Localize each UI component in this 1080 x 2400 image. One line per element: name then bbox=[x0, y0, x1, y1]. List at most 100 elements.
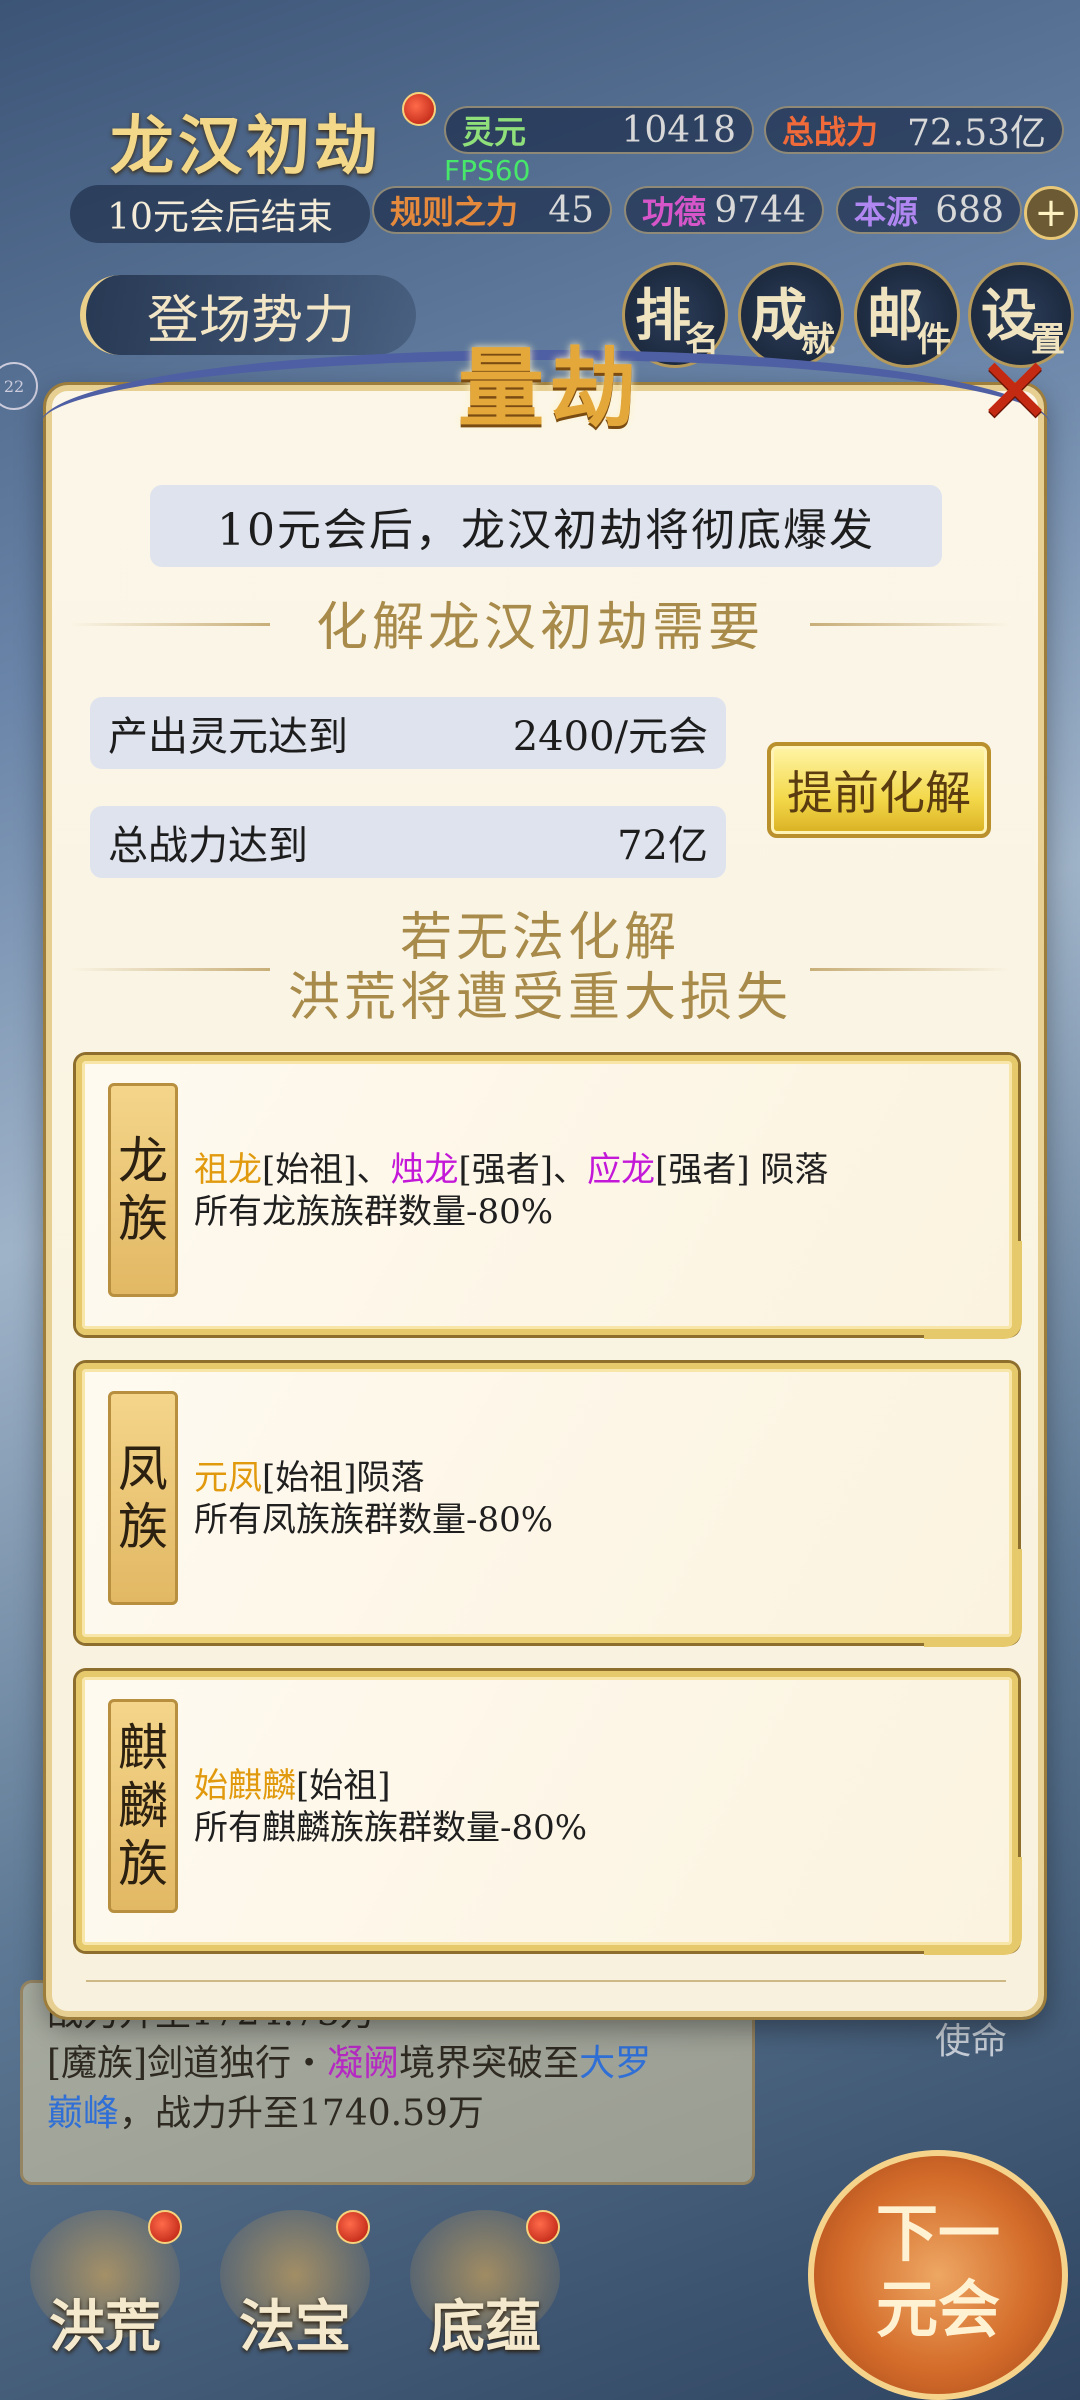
origin-label: 本源 bbox=[854, 193, 919, 231]
clan-tag-char: 族 bbox=[118, 1190, 168, 1248]
failure-heading-line: 若无法化解 bbox=[399, 908, 680, 968]
rule-value: 45 bbox=[548, 189, 594, 231]
lingyuan-label: 灵元 bbox=[462, 113, 527, 151]
clan-card-qilin: 麒 麟 族 始麒麟[始祖] 所有麒麟族族群数量-80% bbox=[76, 1671, 1022, 1955]
clan-tag-char: 龙 bbox=[118, 1132, 168, 1190]
fabao-label: 法宝 bbox=[239, 2294, 351, 2360]
log-text: [魔族]剑道独行・ bbox=[47, 2043, 328, 2084]
lingyuan-value: 10418 bbox=[621, 109, 736, 151]
requirement-heading: 化解龙汉初劫需要 bbox=[70, 585, 1010, 660]
merit-label: 功德 bbox=[642, 193, 707, 231]
rule-label: 规则之力 bbox=[390, 193, 519, 231]
clan-tag: 龙 族 bbox=[108, 1083, 178, 1297]
card-corner-ornament bbox=[924, 1549, 1022, 1647]
origin-value: 688 bbox=[935, 189, 1004, 231]
requirement-value: 72亿 bbox=[617, 823, 708, 869]
plus-icon[interactable]: + bbox=[1024, 186, 1078, 240]
clan-population-loss: 所有龙族族群数量-80% bbox=[194, 1192, 554, 1232]
next-era-label-2: 元会 bbox=[875, 2273, 1000, 2346]
log-text: 境界突破至 bbox=[399, 2043, 580, 2084]
clan-text-fragment: [始祖] bbox=[296, 1766, 391, 1806]
clan-tag-char: 族 bbox=[118, 1835, 168, 1893]
clan-hero-name: 始麒麟 bbox=[194, 1766, 296, 1806]
log-realm: 大罗 bbox=[579, 2043, 652, 2084]
dialog-bottom-divider bbox=[86, 1980, 1006, 1982]
side-toggle-icon[interactable]: 22 bbox=[0, 362, 38, 410]
lingyuan-resource[interactable]: 灵元 10418 bbox=[444, 106, 754, 154]
notification-dot-icon bbox=[336, 2210, 370, 2244]
power-label: 总战力 bbox=[782, 113, 879, 151]
clan-hero-name: 应龙 bbox=[587, 1150, 656, 1190]
divider bbox=[70, 622, 270, 626]
clan-card-dragon: 龙 族 祖龙[始祖]、烛龙[强者]、应龙[强者] 陨落 所有龙族族群数量-80% bbox=[76, 1055, 1022, 1339]
requirement-label: 产出灵元达到 bbox=[108, 714, 348, 760]
origin-resource[interactable]: 本源 688 bbox=[836, 186, 1022, 234]
mail-label-big: 邮 bbox=[867, 283, 923, 349]
clan-tag-char: 凤 bbox=[118, 1440, 168, 1498]
clan-population-loss: 所有麒麟族族群数量-80% bbox=[194, 1808, 588, 1848]
event-title: 龙汉初劫 bbox=[110, 109, 382, 184]
log-realm: 巅峰 bbox=[47, 2093, 120, 2134]
notification-dot-icon bbox=[402, 92, 436, 126]
next-era-label-1: 下一 bbox=[875, 2197, 1000, 2270]
clan-text: 祖龙[始祖]、烛龙[强者]、应龙[强者] 陨落 所有龙族族群数量-80% bbox=[194, 1149, 992, 1233]
clan-hero-name: 烛龙 bbox=[390, 1150, 459, 1190]
achievement-label-big: 成 bbox=[751, 283, 807, 349]
mail-label-small: 件 bbox=[917, 320, 951, 360]
clan-tag: 凤 族 bbox=[108, 1391, 178, 1605]
log-text: ，战力升至1740.59万 bbox=[119, 2093, 484, 2134]
clan-population-loss: 所有凤族族群数量-80% bbox=[194, 1500, 554, 1540]
clan-hero-name: 元凤 bbox=[194, 1458, 262, 1498]
power-resource[interactable]: 总战力 72.53亿 bbox=[764, 106, 1064, 154]
rule-resource[interactable]: 规则之力 45 bbox=[372, 186, 612, 234]
clan-text-fragment: [始祖]、 bbox=[262, 1150, 391, 1190]
achievement-label-small: 就 bbox=[801, 320, 835, 360]
merit-value: 9744 bbox=[714, 189, 806, 231]
event-countdown: 10元会后结束 bbox=[70, 185, 370, 243]
calamity-banner: 10元会后，龙汉初劫将彻底爆发 bbox=[150, 485, 942, 567]
next-era-button[interactable]: 下一 元会 bbox=[808, 2150, 1068, 2400]
close-icon[interactable]: ✕ bbox=[975, 346, 1055, 438]
clan-text: 元凤[始祖]陨落 所有凤族族群数量-80% bbox=[194, 1457, 992, 1541]
clan-text-fragment: [强者]、 bbox=[458, 1150, 588, 1190]
resolve-early-button[interactable]: 提前化解 bbox=[767, 742, 991, 838]
clan-tag-char: 族 bbox=[118, 1498, 168, 1556]
faction-button[interactable]: 登场势力 bbox=[80, 275, 416, 355]
requirement-heading-text: 化解龙汉初劫需要 bbox=[315, 598, 764, 658]
clan-loss-line: 元凤[始祖]陨落 bbox=[194, 1457, 992, 1499]
clan-loss-line: 祖龙[始祖]、烛龙[强者]、应龙[强者] 陨落 bbox=[194, 1149, 992, 1191]
clan-text-fragment: [始祖]陨落 bbox=[262, 1458, 425, 1498]
divider bbox=[810, 968, 1010, 971]
clan-text-fragment: [强者] 陨落 bbox=[655, 1150, 829, 1190]
failure-heading: 若无法化解 洪荒将遭受重大损失 bbox=[70, 908, 1010, 1028]
log-name: 凝阙 bbox=[327, 2043, 400, 2084]
failure-heading-line: 洪荒将遭受重大损失 bbox=[287, 968, 792, 1028]
divider bbox=[810, 622, 1010, 626]
clan-card-phoenix: 凤 族 元凤[始祖]陨落 所有凤族族群数量-80% bbox=[76, 1363, 1022, 1647]
requirement-label: 总战力达到 bbox=[108, 823, 308, 869]
achievement-button[interactable]: 成 就 bbox=[738, 262, 844, 368]
requirement-row: 产出灵元达到 2400/元会 bbox=[90, 697, 726, 769]
mail-button[interactable]: 邮 件 bbox=[854, 262, 960, 368]
fps-counter: FPS60 bbox=[444, 154, 531, 187]
log-line: [魔族]剑道独行・凝阙境界突破至大罗 bbox=[47, 2039, 728, 2089]
log-line: 巅峰，战力升至1740.59万 bbox=[47, 2089, 728, 2139]
divider bbox=[70, 968, 270, 971]
mission-button[interactable]: 使命 bbox=[935, 2012, 1045, 2072]
clan-tag-char: 麒 bbox=[118, 1719, 168, 1777]
notification-dot-icon bbox=[526, 2210, 560, 2244]
clan-hero-name: 祖龙 bbox=[194, 1150, 262, 1190]
card-corner-ornament bbox=[924, 1857, 1022, 1955]
requirement-row: 总战力达到 72亿 bbox=[90, 806, 726, 878]
diyun-label: 底蕴 bbox=[429, 2294, 541, 2360]
clan-loss-line: 始麒麟[始祖] bbox=[194, 1765, 992, 1807]
clan-text: 始麒麟[始祖] 所有麒麟族族群数量-80% bbox=[194, 1765, 992, 1849]
notification-dot-icon bbox=[148, 2210, 182, 2244]
requirement-value: 2400/元会 bbox=[512, 714, 708, 760]
card-corner-ornament bbox=[924, 1241, 1022, 1339]
clan-tag-char: 麟 bbox=[118, 1777, 168, 1835]
merit-resource[interactable]: 功德 9744 bbox=[624, 186, 824, 234]
power-value: 72.53亿 bbox=[906, 113, 1046, 154]
dialog-title: 量劫 bbox=[458, 338, 642, 439]
honghuang-label: 洪荒 bbox=[49, 2294, 161, 2360]
